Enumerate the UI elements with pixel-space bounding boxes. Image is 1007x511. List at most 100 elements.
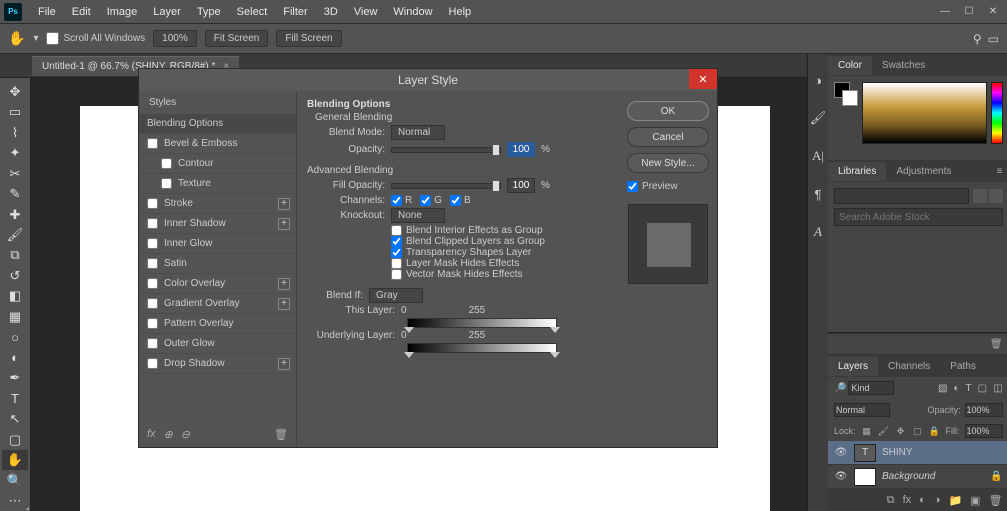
menu-file[interactable]: File <box>30 2 64 22</box>
hue-slider[interactable] <box>991 82 1003 144</box>
mask-icon[interactable]: ◐ <box>919 494 926 506</box>
brush-icon[interactable]: 🖌 <box>808 108 828 128</box>
cancel-button[interactable]: Cancel <box>627 127 709 147</box>
preview-check[interactable]: Preview <box>627 181 709 192</box>
libraries-tab[interactable]: Libraries <box>828 162 886 181</box>
delete-layer-icon[interactable]: 🗑 <box>989 494 1003 507</box>
panel-menu-icon[interactable]: ≡ <box>987 162 1007 181</box>
layer-mask-hides-check[interactable]: Layer Mask Hides Effects <box>391 258 609 269</box>
more-tools[interactable]: ⋯ <box>2 491 28 510</box>
layer-fill[interactable] <box>965 424 1003 438</box>
channel-b[interactable]: B <box>450 195 471 206</box>
add-effect-icon[interactable]: + <box>278 218 290 230</box>
eraser-tool[interactable]: ◧ <box>2 287 28 306</box>
style-item-gradient-overlay[interactable]: Gradient Overlay+ <box>139 294 296 314</box>
pen-tool[interactable]: ✒ <box>2 369 28 388</box>
filter-shape-icon[interactable]: ▢ <box>978 383 987 394</box>
fill-opacity-slider[interactable] <box>391 183 501 189</box>
glyphs-icon[interactable]: A <box>808 222 828 242</box>
maximize-button[interactable]: ☐ <box>959 4 979 20</box>
style-item-blending-options[interactable]: Blending Options <box>139 114 296 134</box>
layer-row-shiny[interactable]: 👁 T SHINY <box>828 441 1007 465</box>
layer-blend-mode[interactable] <box>834 403 890 417</box>
close-button[interactable]: ✕ <box>983 4 1003 20</box>
fit-screen-button[interactable]: Fit Screen <box>205 30 269 47</box>
hand-tool[interactable]: ✋ <box>2 450 28 469</box>
dodge-tool[interactable]: ◐ <box>2 348 28 367</box>
menu-layer[interactable]: Layer <box>145 2 189 22</box>
knockout-select[interactable]: None <box>391 208 445 223</box>
style-item-bevel-emboss[interactable]: Bevel & Emboss <box>139 134 296 154</box>
color-picker[interactable] <box>862 82 987 144</box>
channels-tab[interactable]: Channels <box>878 357 940 376</box>
trash-icon[interactable]: 🗑 <box>990 339 1003 350</box>
adjustment-icon[interactable]: ◑ <box>934 494 941 506</box>
dialog-titlebar[interactable]: Layer Style ✕ <box>139 69 717 91</box>
layer-name[interactable]: Background <box>882 471 935 482</box>
blend-clipped-check[interactable]: Blend Clipped Layers as Group <box>391 236 609 247</box>
new-style-button[interactable]: New Style... <box>627 153 709 173</box>
new-layer-icon[interactable]: ▣ <box>970 494 980 507</box>
blur-tool[interactable]: ○ <box>2 328 28 347</box>
layer-kind-filter[interactable] <box>848 381 894 395</box>
add-effect-icon[interactable]: + <box>278 298 290 310</box>
vector-mask-hides-check[interactable]: Vector Mask Hides Effects <box>391 269 609 280</box>
layer-row-background[interactable]: 👁 Background 🔒 <box>828 465 1007 489</box>
shape-tool[interactable]: ▢ <box>2 430 28 449</box>
fx-up-icon[interactable]: ⊕ <box>164 428 173 441</box>
blend-interior-check[interactable]: Blend Interior Effects as Group <box>391 225 609 236</box>
style-item-texture[interactable]: Texture <box>139 174 296 194</box>
opacity-value[interactable] <box>507 142 535 157</box>
blend-mode-select[interactable]: Normal <box>391 125 445 140</box>
tool-preset-dropdown[interactable]: ▾ <box>33 33 38 44</box>
lock-paint-icon[interactable]: 🖌 <box>878 426 890 437</box>
menu-select[interactable]: Select <box>229 2 276 22</box>
quick-select-tool[interactable]: ✦ <box>2 143 28 162</box>
filter-adjust-icon[interactable]: ◐ <box>953 383 959 394</box>
add-effect-icon[interactable]: + <box>278 198 290 210</box>
fx-trash-icon[interactable]: 🗑 <box>274 428 288 441</box>
fx-down-icon[interactable]: ⊖ <box>181 428 190 441</box>
add-effect-icon[interactable]: + <box>278 358 290 370</box>
menu-image[interactable]: Image <box>99 2 146 22</box>
brush-tool[interactable]: 🖌 <box>2 225 28 244</box>
adjustments-tab[interactable]: Adjustments <box>886 162 961 181</box>
fill-opacity-value[interactable] <box>507 178 535 193</box>
lock-position-icon[interactable]: ✥ <box>895 426 907 437</box>
style-item-inner-glow[interactable]: Inner Glow <box>139 234 296 254</box>
menu-filter[interactable]: Filter <box>275 2 315 22</box>
layers-tab[interactable]: Layers <box>828 357 878 376</box>
menu-edit[interactable]: Edit <box>64 2 99 22</box>
fgbg-swatches[interactable] <box>834 82 858 106</box>
crop-tool[interactable]: ✂ <box>2 164 28 183</box>
opacity-slider[interactable] <box>391 147 501 153</box>
marquee-tool[interactable]: ▭ <box>2 102 28 121</box>
zoom-tool[interactable]: 🔍 <box>2 471 28 490</box>
ok-button[interactable]: OK <box>627 101 709 121</box>
library-search[interactable] <box>834 208 1003 226</box>
library-select[interactable] <box>834 188 969 204</box>
channel-r[interactable]: R <box>391 195 412 206</box>
swatches-tab[interactable]: Swatches <box>872 56 935 75</box>
character-icon[interactable]: A| <box>808 146 828 166</box>
style-item-drop-shadow[interactable]: Drop Shadow+ <box>139 354 296 374</box>
healing-tool[interactable]: ✚ <box>2 205 28 224</box>
eyedropper-tool[interactable]: ✎ <box>2 184 28 203</box>
lock-all-icon[interactable]: 🔒 <box>929 426 941 437</box>
group-icon[interactable]: 📁 <box>948 494 962 507</box>
gradient-tool[interactable]: ▦ <box>2 307 28 326</box>
paragraph-icon[interactable]: ¶ <box>808 184 828 204</box>
search-icon[interactable]: ⚲ <box>973 32 982 46</box>
menu-type[interactable]: Type <box>189 2 229 22</box>
fx-icon[interactable]: fx <box>903 494 912 506</box>
filter-pixel-icon[interactable]: ▧ <box>938 383 947 394</box>
layer-opacity[interactable] <box>965 403 1003 417</box>
color-tab[interactable]: Color <box>828 56 872 75</box>
filter-smart-icon[interactable]: ◫ <box>993 383 1002 394</box>
menu-3d[interactable]: 3D <box>316 2 346 22</box>
workspace-icon[interactable]: ▭ <box>988 32 999 46</box>
transparency-shapes-check[interactable]: Transparency Shapes Layer <box>391 247 609 258</box>
menu-help[interactable]: Help <box>441 2 480 22</box>
fill-screen-button[interactable]: Fill Screen <box>276 30 341 47</box>
stamp-tool[interactable]: ⧉ <box>2 246 28 265</box>
